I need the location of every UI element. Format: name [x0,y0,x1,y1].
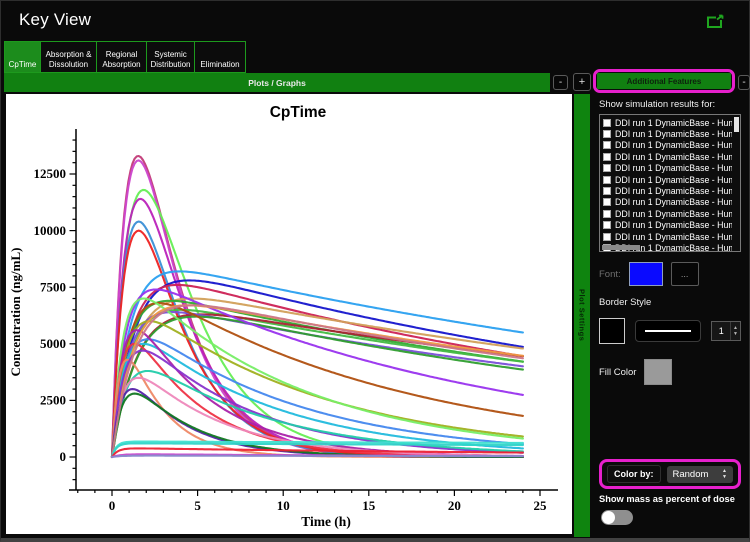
mass-percent-toggle[interactable] [601,510,633,525]
svg-text:7500: 7500 [40,279,66,294]
plots-graphs-title: Plots / Graphs [248,78,306,88]
checkbox-icon[interactable] [603,141,611,149]
svg-text:0: 0 [60,449,67,464]
checkbox-icon[interactable] [603,221,611,229]
list-item-label: DDI run 1 DynamicBase - Hum [615,175,732,185]
simulation-list[interactable]: DDI run 1 DynamicBase - HumDDI run 1 Dyn… [599,114,741,252]
checkbox-icon[interactable] [603,153,611,161]
list-item-label: DDI run 1 DynamicBase - Hum [615,118,732,128]
list-item[interactable]: DDI run 1 DynamicBase - Hum [603,220,732,231]
plot-settings-tab-label: Plot Settings [578,289,587,341]
checkbox-icon[interactable] [603,198,611,206]
list-item-label: DDI run 1 DynamicBase - Hum [615,163,732,173]
plot-area: CpTime 0 5 10 15 20 25 0 2500 5000 7500 10000 12500 T… [6,94,572,534]
list-item-label: DDI run 1 DynamicBase - Hum [615,220,732,230]
svg-text:10: 10 [277,498,290,513]
checkbox-icon[interactable] [603,233,611,241]
font-label: Font: [599,269,621,280]
svg-text:12500: 12500 [34,166,67,181]
fill-color-label: Fill Color [599,367,636,378]
checkbox-icon[interactable] [603,164,611,172]
svg-text:25: 25 [534,498,548,513]
plots-graphs-collapse-button[interactable]: - [553,75,568,90]
list-item[interactable]: DDI run 1 DynamicBase - Hum [603,174,732,185]
list-item-label: DDI run 1 DynamicBase - Hum [615,186,732,196]
plot-settings-expand-button[interactable]: + [573,73,591,91]
additional-features-highlight: Additional Features [593,69,735,93]
checkbox-icon[interactable] [603,210,611,218]
list-item-label: DDI run 1 DynamicBase - Hum [615,232,732,242]
checkbox-icon[interactable] [603,187,611,195]
color-by-highlight: Color by: Random ▲ ▼ [599,459,741,489]
stepper-arrows[interactable]: ▲ ▼ [730,322,740,340]
svg-text:5: 5 [194,498,201,513]
additional-features-header: Additional Features [597,73,731,89]
tab-cptime[interactable]: CpTime [4,41,41,73]
list-item[interactable]: DDI run 1 DynamicBase - Hum [603,128,732,139]
mass-percent-label: Show mass as percent of dose [599,494,741,504]
list-item[interactable]: DDI run 1 DynamicBase - Hum [603,208,732,219]
list-item[interactable]: DDI run 1 DynamicBase - Hum [603,231,732,242]
border-width-stepper[interactable]: 1 ▲ ▼ [711,321,741,341]
tab-systemic-distribution[interactable]: Systemic Distribution [146,41,195,73]
list-item[interactable]: DDI run 1 DynamicBase - Hum [603,140,732,151]
svg-text:15: 15 [362,498,376,513]
border-style-label: Border Style [599,297,741,308]
additional-features-collapse-button[interactable]: - [738,75,750,90]
svg-text:CpTime: CpTime [270,104,327,121]
svg-text:2500: 2500 [40,393,66,408]
color-by-dropdown[interactable]: Random ▲ ▼ [667,466,734,483]
svg-text:Time (h): Time (h) [301,514,351,529]
color-by-label: Color by: [607,465,661,483]
additional-features-panel: Show simulation results for: DDI run 1 D… [593,94,749,539]
svg-text:10000: 10000 [34,223,67,238]
list-item-label: DDI run 1 DynamicBase - Hum [615,140,732,150]
line-style-preview[interactable] [635,320,702,342]
checkbox-icon[interactable] [603,119,611,127]
title-bar: Key View [1,1,749,41]
toggle-knob [602,511,615,524]
border-width-value: 1 [712,326,730,336]
plot-settings-tab[interactable]: Plot Settings [574,94,590,537]
border-color-swatch[interactable] [599,318,625,344]
list-item-label: DDI run 1 DynamicBase - Hum [615,129,732,139]
svg-text:20: 20 [448,498,461,513]
svg-text:0: 0 [109,498,116,513]
horizontal-scrollbar-thumb[interactable] [602,245,640,250]
key-view-window: Key View CpTimeAbsorption & DissolutionR… [0,0,750,542]
simulation-list-label: Show simulation results for: [599,99,741,110]
svg-text:Concentration (ng/mL): Concentration (ng/mL) [8,248,23,377]
tab-absorption-dissolution[interactable]: Absorption & Dissolution [40,41,97,73]
checkbox-icon[interactable] [603,176,611,184]
window-title: Key View [19,10,91,30]
list-item-label: DDI run 1 DynamicBase - Hum [615,197,732,207]
font-row: Font: ... [599,262,741,286]
list-item[interactable]: DDI run 1 DynamicBase - Hum [603,151,732,162]
font-more-button[interactable]: ... [671,262,699,286]
fill-color-row: Fill Color [599,359,741,385]
svg-text:5000: 5000 [40,336,66,351]
list-item[interactable]: DDI run 1 DynamicBase - Hum [603,117,732,128]
color-by-value: Random [673,469,723,480]
dropdown-arrows-icon: ▲ ▼ [722,469,727,479]
list-item-label: DDI run 1 DynamicBase - Hum [615,209,732,219]
checkbox-icon[interactable] [603,130,611,138]
fill-color-swatch[interactable] [644,359,672,385]
tab-regional-absorption[interactable]: Regional Absorption [96,41,147,73]
stepper-down-icon[interactable]: ▼ [733,332,738,337]
list-item[interactable]: DDI run 1 DynamicBase - Hum [603,185,732,196]
tab-bar: CpTimeAbsorption & DissolutionRegional A… [4,41,245,73]
cptime-chart: CpTime 0 5 10 15 20 25 0 2500 5000 7500 10000 12500 T… [6,94,572,534]
tab-elimination[interactable]: Elimination [194,41,246,73]
vertical-scrollbar-thumb[interactable] [734,117,739,132]
open-in-new-window-icon[interactable] [707,14,725,28]
list-item-label: DDI run 1 DynamicBase - Hum [615,152,732,162]
font-color-swatch[interactable] [629,262,663,286]
plots-graphs-header: Plots / Graphs [4,73,550,92]
border-style-row: 1 ▲ ▼ [599,318,741,344]
list-item[interactable]: DDI run 1 DynamicBase - Hum [603,197,732,208]
stepper-up-icon[interactable]: ▲ [733,326,738,331]
list-item[interactable]: DDI run 1 DynamicBase - Hum [603,163,732,174]
